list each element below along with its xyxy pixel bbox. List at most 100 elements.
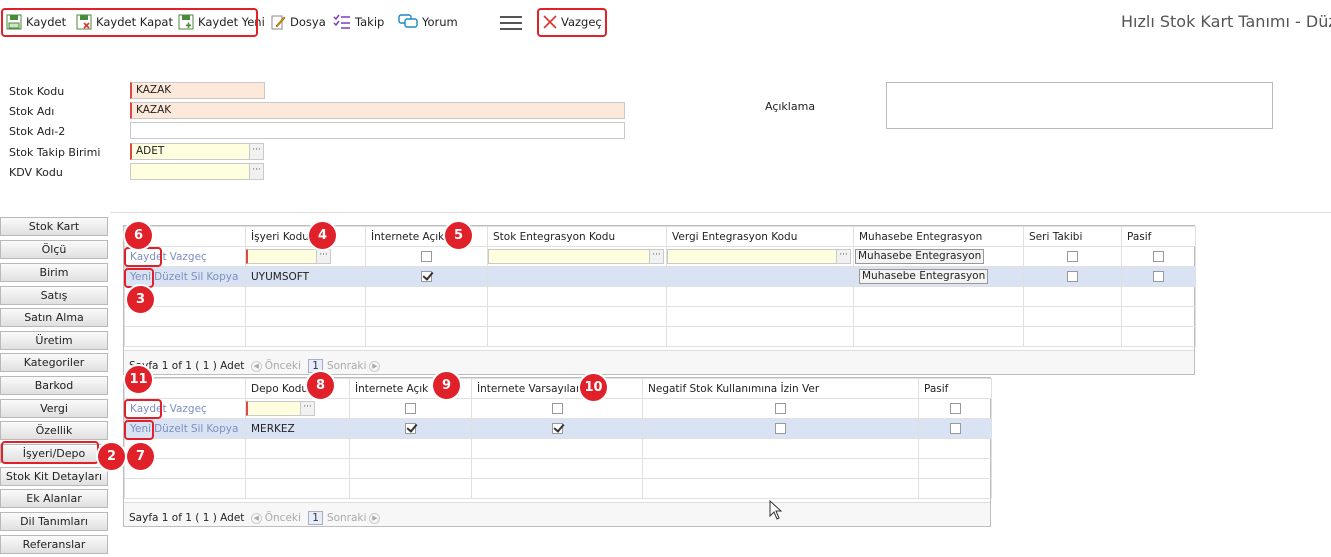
stock-integration-lookup[interactable]: ··· xyxy=(649,249,664,264)
sidebar-item-vergi[interactable]: Vergi xyxy=(0,399,108,418)
page-title: Hızlı Stok Kart Tanımı - Düze xyxy=(1121,12,1331,31)
negative-stock-checkbox[interactable] xyxy=(775,403,786,414)
table-row[interactable]: Yeni Düzelt Sil Kopya MERKEZ xyxy=(124,418,992,439)
sidebar-item-birim[interactable]: Birim xyxy=(0,263,108,282)
tax-integration-lookup[interactable]: ··· xyxy=(836,249,851,264)
table-row[interactable]: Yeni Düzelt Sil Kopya UYUMSOFT Muhasebe Ent… xyxy=(124,266,1196,287)
copy-link[interactable]: Kopya xyxy=(206,271,238,283)
stock-name2-input[interactable] xyxy=(130,122,625,139)
prev-page-button[interactable]: Önceki xyxy=(265,360,301,372)
mouse-cursor-icon xyxy=(769,500,783,520)
internet-default-checkbox[interactable] xyxy=(551,423,563,434)
negative-stock-checkbox[interactable] xyxy=(775,423,786,434)
workplace-grid: İşyeri Kodu İnternete Açık Stok Entegras… xyxy=(123,225,1196,375)
step-badge: 8 xyxy=(307,372,334,399)
vat-input[interactable] xyxy=(130,163,250,180)
edit-link[interactable]: Düzelt xyxy=(154,271,188,283)
accounting-integration-button[interactable]: Muhasebe Entegrasyon xyxy=(855,249,985,264)
warehouse-header-row: Depo Kodu İnternete Açık İnternete Varsa… xyxy=(124,378,992,399)
workplace-header-row: İşyeri Kodu İnternete Açık Stok Entegras… xyxy=(124,226,1196,247)
accounting-integration-button[interactable]: Muhasebe Entegrasyon xyxy=(859,269,989,284)
delete-link[interactable]: Sil xyxy=(191,423,204,435)
step-badge: 4 xyxy=(309,222,336,249)
follow-button[interactable]: Takip xyxy=(333,11,384,33)
divider xyxy=(110,212,1331,213)
serial-tracking-checkbox[interactable] xyxy=(1067,251,1078,262)
stock-integration-input[interactable] xyxy=(488,249,650,264)
empty-row xyxy=(124,458,992,479)
col-passive: Pasif xyxy=(918,378,992,399)
sidebar-item-satın-alma[interactable]: Satın Alma xyxy=(0,308,108,327)
workplace-code-input[interactable] xyxy=(246,249,317,264)
sidebar-item-ölçü[interactable]: Ölçü xyxy=(0,240,108,259)
sidebar-item-dil-tanımları[interactable]: Dil Tanımları xyxy=(0,512,108,531)
warehouse-code-cell: MERKEZ xyxy=(245,418,350,439)
page-number[interactable]: 1 xyxy=(308,511,323,525)
copy-link[interactable]: Kopya xyxy=(206,423,238,435)
file-label: Dosya xyxy=(290,15,326,29)
sidebar-item-ek-alanlar[interactable]: Ek Alanlar xyxy=(0,489,108,508)
grid1-new-highlight xyxy=(124,268,154,288)
next-page-icon[interactable]: ▶ xyxy=(369,360,381,372)
internet-open-checkbox[interactable] xyxy=(405,403,416,414)
empty-row xyxy=(124,306,1196,327)
internet-open-checkbox[interactable] xyxy=(421,251,432,262)
sidebar-item-stok-kit-detayları[interactable]: Stok Kit Detayları xyxy=(0,467,108,486)
col-workplace-code: İşyeri Kodu xyxy=(245,226,366,247)
unit-lookup-button[interactable]: ··· xyxy=(249,143,264,160)
save-group-highlight xyxy=(1,8,258,37)
page-number[interactable]: 1 xyxy=(308,359,323,373)
workplace-lookup-button[interactable]: ··· xyxy=(316,249,331,264)
stock-name-input[interactable]: KAZAK xyxy=(130,102,625,119)
workplace-table: İşyeri Kodu İnternete Açık Stok Entegras… xyxy=(124,226,1196,347)
cancel-highlight xyxy=(537,8,607,37)
stock-code-input[interactable]: KAZAK xyxy=(130,82,265,99)
prev-page-button[interactable]: Önceki xyxy=(265,512,301,524)
cancel-link[interactable]: Vazgeç xyxy=(170,251,207,263)
passive-checkbox[interactable] xyxy=(949,423,961,434)
warehouse-lookup-button[interactable]: ··· xyxy=(300,401,315,416)
comment-button[interactable]: Yorum xyxy=(398,11,458,33)
warehouse-grid: Depo Kodu İnternete Açık İnternete Varsa… xyxy=(123,377,992,527)
sidebar-item-barkod[interactable]: Barkod xyxy=(0,376,108,395)
description-textarea[interactable] xyxy=(886,82,1273,129)
serial-tracking-checkbox[interactable] xyxy=(1067,271,1078,282)
prev-page-icon[interactable]: ◀ xyxy=(250,512,262,524)
col-stock-integration: Stok Entegrasyon Kodu xyxy=(487,226,667,247)
file-button[interactable]: Dosya xyxy=(270,11,326,33)
empty-row xyxy=(124,478,992,499)
menu-icon[interactable] xyxy=(500,16,522,30)
sidebar-item-kategoriler[interactable]: Kategoriler xyxy=(0,353,108,372)
toolbar: Kaydet Kaydet Kapat Kaydet Yeni Dosya Ta… xyxy=(0,0,1331,46)
sidebar-item-satış[interactable]: Satış xyxy=(0,286,108,305)
delete-link[interactable]: Sil xyxy=(191,271,204,283)
vat-lookup-button[interactable]: ··· xyxy=(249,163,264,180)
prev-page-icon[interactable]: ◀ xyxy=(250,360,262,372)
unit-input[interactable]: ADET xyxy=(130,143,250,160)
sidebar-item-üretim[interactable]: Üretim xyxy=(0,331,108,350)
next-page-button[interactable]: Sonraki xyxy=(327,360,367,372)
sidebar-item-referanslar[interactable]: Referanslar xyxy=(0,535,108,554)
passive-checkbox[interactable] xyxy=(949,403,961,414)
warehouse-code-input[interactable] xyxy=(246,401,301,416)
internet-open-checkbox[interactable] xyxy=(405,423,416,434)
file-edit-icon xyxy=(271,15,286,30)
next-page-icon[interactable]: ▶ xyxy=(369,512,381,524)
col-tax-integration: Vergi Entegrasyon Kodu xyxy=(666,226,854,247)
sidebar-highlight xyxy=(1,441,99,464)
internet-default-checkbox[interactable] xyxy=(551,403,563,414)
stock-name2-label: Stok Adı-2 xyxy=(9,125,66,138)
empty-row xyxy=(124,326,1196,347)
next-page-button[interactable]: Sonraki xyxy=(327,512,367,524)
passive-checkbox[interactable] xyxy=(1153,271,1164,282)
sidebar-item-özellik[interactable]: Özellik xyxy=(0,421,108,440)
stock-name-label: Stok Adı xyxy=(9,105,55,118)
pager-text: Sayfa 1 of 1 ( 1 ) Adet xyxy=(129,512,245,524)
edit-link[interactable]: Düzelt xyxy=(154,423,188,435)
empty-row xyxy=(124,438,992,459)
passive-checkbox[interactable] xyxy=(1153,251,1164,262)
sidebar-item-stok-kart[interactable]: Stok Kart xyxy=(0,217,108,236)
tax-integration-input[interactable] xyxy=(667,249,837,264)
cancel-link[interactable]: Vazgeç xyxy=(170,403,207,415)
internet-open-checkbox[interactable] xyxy=(421,271,432,282)
